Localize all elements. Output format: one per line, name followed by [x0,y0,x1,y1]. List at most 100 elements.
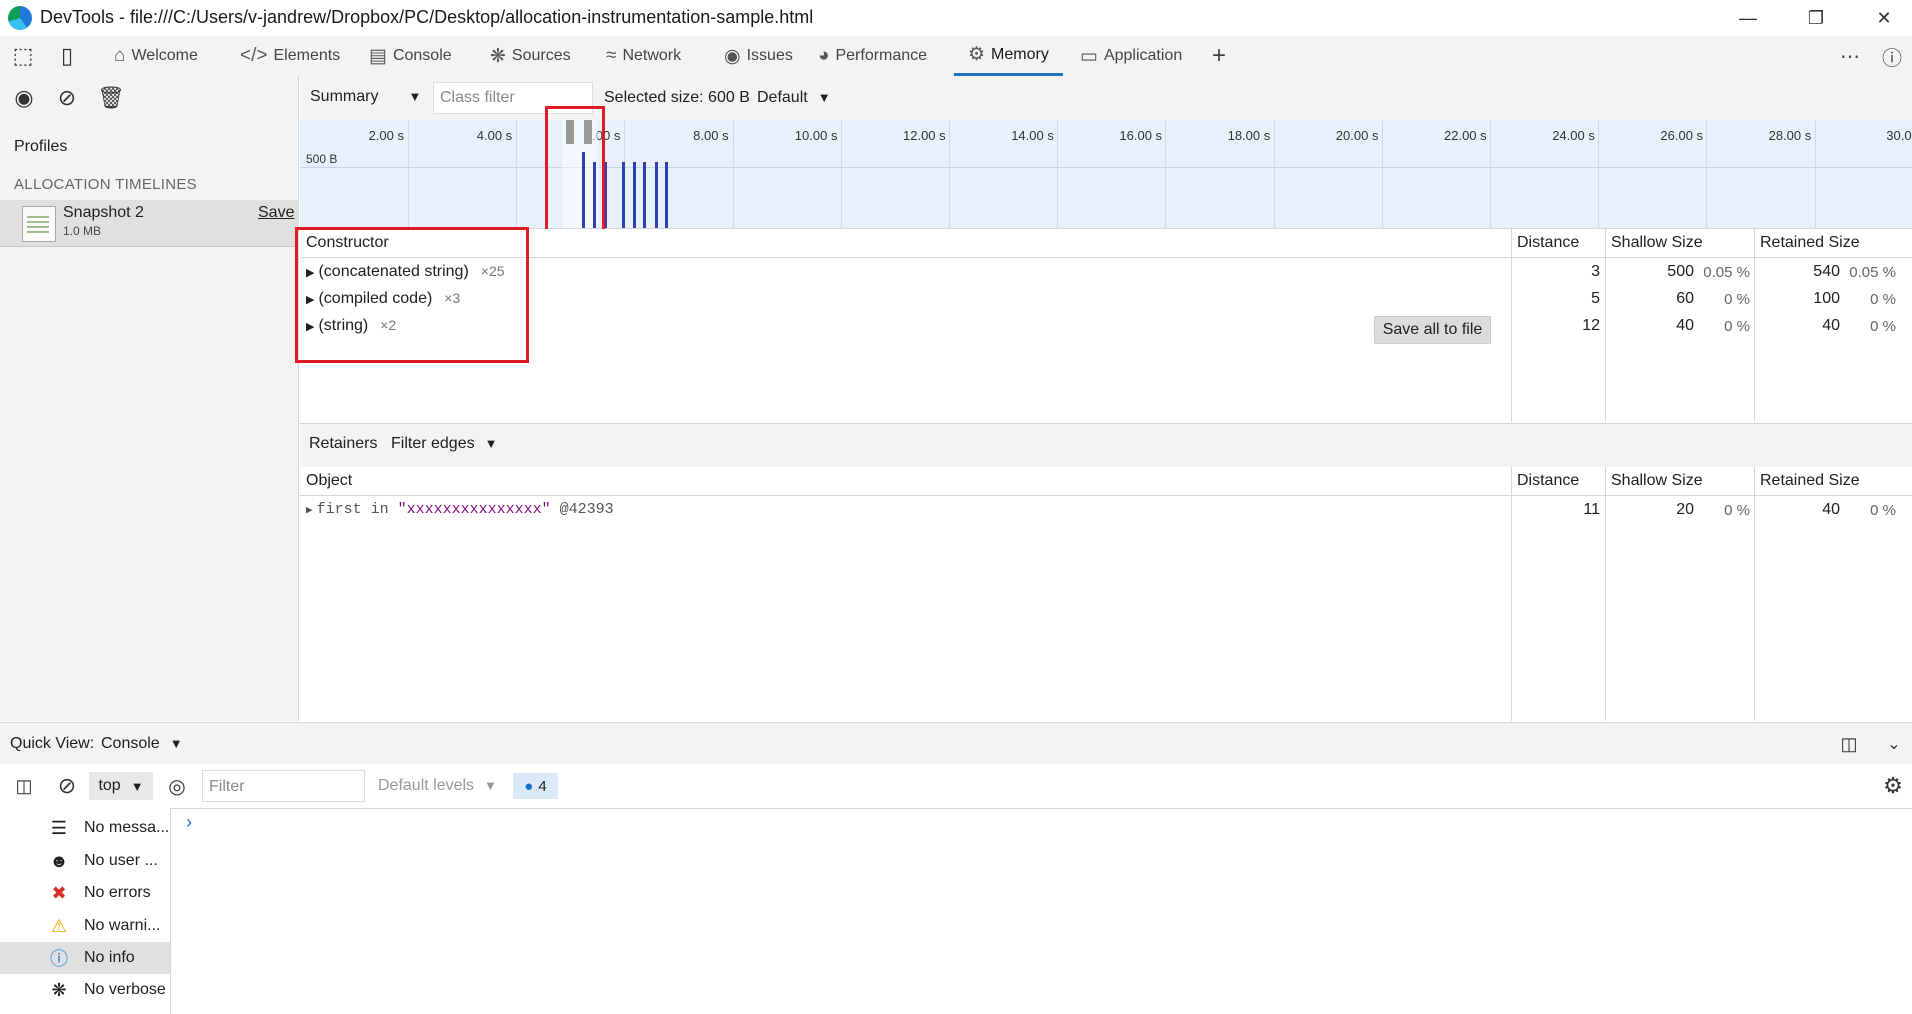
minimize-button[interactable]: — [1726,4,1770,32]
dropdown-arrow-icon: ▼ [169,736,183,751]
distance-cell: 5 [1591,290,1600,307]
sidebar-item-messages[interactable]: ☰ No messa... [0,812,170,844]
distance-cell: 3 [1591,263,1600,280]
dock-icon[interactable]: ◫ [1834,729,1864,759]
sidebar-item-verbose[interactable]: ❋ No verbose [0,974,170,1006]
expand-triangle-icon[interactable]: ▶ [306,505,313,517]
allocation-timeline[interactable]: 2.00 s 4.00 s 6.00 s 8.00 s 10.00 s 12.00 s 14… [300,120,1912,229]
object-header[interactable]: Object [300,467,1511,496]
snapshot-save-link[interactable]: Save [258,204,294,222]
snapshot-icon [22,206,56,242]
device-emulation-icon[interactable]: ▯ [52,41,82,71]
timeline-tick-label: 24.00 s [1552,128,1595,143]
issues-icon: ◉ [724,45,741,67]
console-toolbar: ◫ ⊘ top ▼ ◎ Filter Default levels ▼ ● 4 ⚙ [0,764,1912,809]
timeline-tick-label: 26.00 s [1660,128,1704,143]
gauge-icon: ◕ [818,45,830,66]
help-icon: ⓘ [1882,47,1902,70]
tab-console[interactable]: ▤ Console [369,36,452,76]
selected-size-label: Selected size: 600 B [604,89,750,106]
shallow-size-header[interactable]: Shallow Size [1605,467,1754,496]
dropdown-arrow-icon: ▼ [408,89,422,104]
shallow-size-cell: 40 [1676,317,1694,334]
inspect-element-icon[interactable]: ⬚ [8,41,38,71]
timeline-tick-label: 14.00 s [1011,128,1054,143]
tab-performance[interactable]: ◕ Performance [818,36,927,76]
filter-select[interactable]: Default ▼ [757,89,831,107]
allocation-bar [622,162,625,228]
user-icon: ☻ [49,850,69,871]
timeline-gridline [1598,120,1600,228]
add-tab-button[interactable]: + [1212,36,1226,76]
quick-view-label: Quick View: [10,735,95,752]
filter-edges-select[interactable]: Filter edges ▼ [391,435,497,453]
distance-header[interactable]: Distance [1511,229,1605,258]
error-icon: ✖ [51,882,67,903]
timeline-tick-label: 20.00 s [1335,128,1379,143]
timeline-gridline [1381,120,1383,228]
view-select[interactable]: Summary ▼ [310,88,421,106]
timeline-gridline [1706,120,1708,228]
quick-view-panel-select[interactable]: Console ▼ [101,735,183,753]
retained-size-header[interactable]: Retained Size [1754,229,1912,258]
code-icon: </> [240,45,268,66]
gear-icon[interactable]: ⚙ [1878,771,1908,801]
restore-button[interactable]: ❐ [1794,4,1838,32]
retained-size-cell: 40 [1822,501,1840,518]
tab-network[interactable]: ≈ Network [606,36,681,76]
tab-elements[interactable]: </> Elements [240,36,340,76]
timeline-gridline [1057,120,1059,228]
help-button[interactable]: ⓘ [1882,36,1902,76]
highlight-box-constructors [295,227,529,363]
timeline-gridline [1814,120,1816,228]
timeline-gridline [949,120,950,228]
dropdown-arrow-icon: ▼ [817,90,831,105]
console-icon: ▤ [369,45,387,67]
distance-cell: 11 [1583,501,1600,518]
retainer-row[interactable]: ▶ first in "xxxxxxxxxxxxxxx" @42393 [306,501,614,518]
save-all-to-file-button[interactable]: Save all to file [1374,316,1491,344]
clear-icon[interactable]: ⊘ [52,83,82,113]
sidebar-toggle-icon[interactable]: ◫ [9,771,39,801]
sidebar-item-info[interactable]: ⓘ No info [0,942,170,974]
shallow-size-header[interactable]: Shallow Size [1605,229,1754,258]
highlight-box-timeline [545,106,605,246]
eye-icon[interactable]: ◎ [162,771,192,801]
console-filter-input[interactable]: Filter [202,770,365,802]
home-icon: ⌂ [114,45,126,66]
tab-welcome[interactable]: ⌂ Welcome [114,36,198,76]
record-icon[interactable]: ◉ [9,83,39,113]
sidebar-item-user-messages[interactable]: ☻ No user ... [0,845,170,877]
context-select[interactable]: top ▼ [89,772,153,800]
bug-icon: ❋ [490,45,506,67]
allocation-timelines-label: ALLOCATION TIMELINES [14,176,197,193]
retained-size-cell: 540 [1813,263,1840,280]
tab-application[interactable]: ▭ Application [1080,36,1182,76]
log-levels-select[interactable]: Default levels ▼ [378,777,497,795]
bug-icon: ❋ [51,979,67,1000]
message-count-badge[interactable]: ● 4 [513,773,558,799]
console-prompt-icon[interactable]: › [186,812,192,833]
retained-size-header[interactable]: Retained Size [1754,467,1912,496]
sidebar-item-errors[interactable]: ✖ No errors [0,877,170,909]
clear-console-icon[interactable]: ⊘ [52,771,82,801]
trash-icon[interactable]: 🗑 [96,83,126,113]
timeline-tick-label: 4.00 s [476,128,513,143]
warning-icon: ⚠ [50,915,68,936]
quick-view-bar: Quick View: Console ▼ ◫ ⌄ [0,722,1912,765]
timeline-gridline [408,120,409,228]
timeline-tick-label: 22.00 s [1444,128,1487,143]
timeline-tick-label: 8.00 s [693,128,729,143]
timeline-gridline [1273,120,1275,228]
timeline-tick-label: 28.00 s [1768,128,1812,143]
snapshot-name: Snapshot 2 [63,204,144,221]
more-options-button[interactable]: ⋯ [1840,36,1860,76]
tab-memory[interactable]: ⚙ Memory [954,36,1063,76]
sidebar-item-warnings[interactable]: ⚠ No warni... [0,910,170,942]
close-button[interactable]: ✕ [1862,4,1906,32]
timeline-tick-label: 12.00 s [903,128,946,143]
chevron-down-icon[interactable]: ⌄ [1879,729,1909,759]
tab-issues[interactable]: ◉ Issues [724,36,793,76]
tab-sources[interactable]: ❋ Sources [490,36,571,76]
distance-header[interactable]: Distance [1511,467,1605,496]
